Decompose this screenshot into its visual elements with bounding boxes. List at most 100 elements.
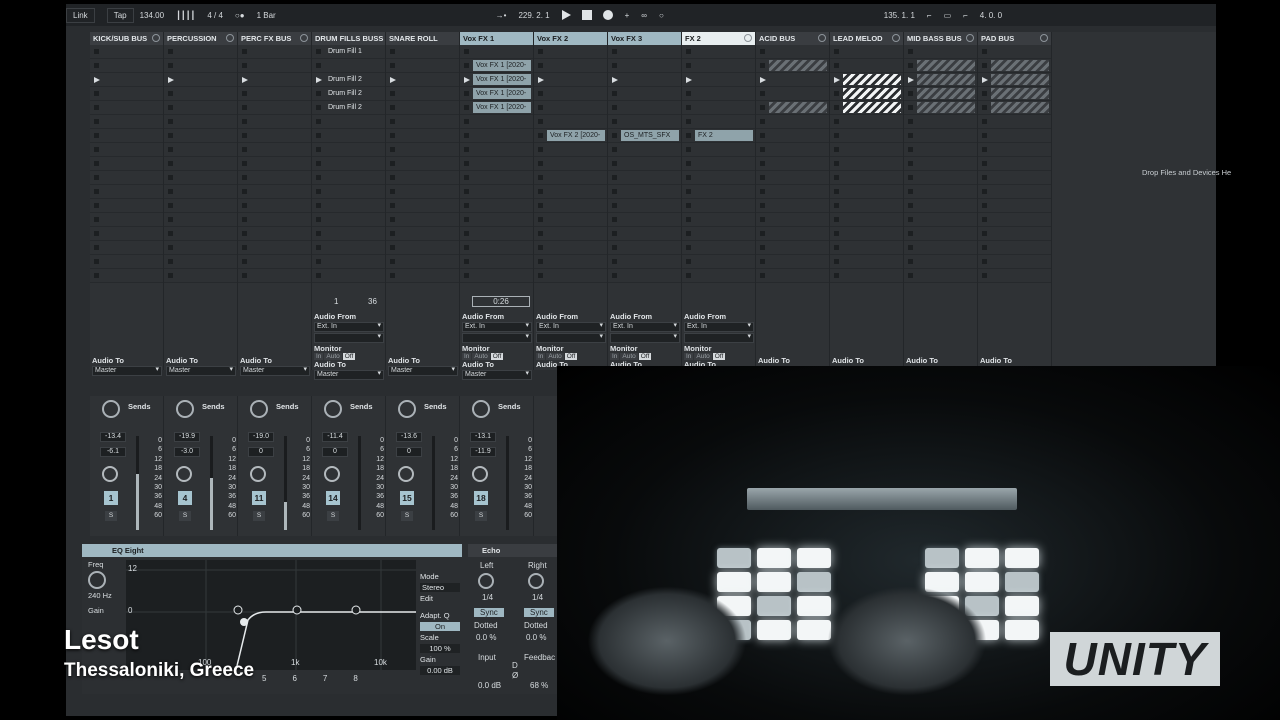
clip-slot[interactable] [608,157,681,171]
stop-icon[interactable] [168,133,173,138]
stop-icon[interactable] [612,175,617,180]
clip-slot[interactable]: Vox FX 1 [2020- [460,87,533,101]
clip-slot[interactable] [978,241,1051,255]
track-state-icon[interactable] [966,34,974,42]
track-activator[interactable]: 15 [400,491,414,505]
track-header[interactable]: FX 2 [682,32,755,45]
clip-slot[interactable] [756,185,829,199]
stop-icon[interactable] [94,217,99,222]
stop-icon[interactable] [464,245,469,250]
stop-icon[interactable] [908,63,913,68]
stop-icon[interactable] [982,105,987,110]
clip-slot[interactable] [756,213,829,227]
stop-icon[interactable] [686,245,691,250]
clip-slot[interactable] [830,227,903,241]
clip-slot[interactable] [904,269,977,283]
clip-slot[interactable] [238,115,311,129]
stop-icon[interactable] [538,147,543,152]
stop-icon[interactable] [982,259,987,264]
clip-slot[interactable] [238,129,311,143]
clip-slot[interactable] [164,255,237,269]
stop-icon[interactable] [168,175,173,180]
stop-icon[interactable] [316,63,321,68]
audio-from-select[interactable]: Ext. In [684,322,754,332]
stop-icon[interactable] [316,91,321,96]
clip-slot[interactable] [164,87,237,101]
clip-slot[interactable] [608,45,681,59]
clip-slot[interactable] [312,199,385,213]
stop-icon[interactable] [316,273,321,278]
link-button[interactable]: Link [66,7,95,23]
clip-slot[interactable] [386,213,459,227]
clip-slot[interactable] [164,157,237,171]
clip-slot[interactable] [460,269,533,283]
stop-icon[interactable] [538,49,543,54]
clip-slot[interactable] [90,115,163,129]
clip-slot[interactable] [978,115,1051,129]
clip-slot[interactable] [90,199,163,213]
stop-icon[interactable] [686,105,691,110]
stop-icon[interactable] [908,147,913,152]
stop-icon[interactable] [834,161,839,166]
signature-field[interactable]: 4 / 4 [201,11,229,20]
audio-to-select[interactable]: Master [240,366,310,376]
stop-icon[interactable] [686,175,691,180]
stop-icon[interactable] [908,161,913,166]
clip-slot[interactable] [386,129,459,143]
clip-slot[interactable] [682,73,755,87]
clip-slot[interactable] [90,185,163,199]
clip-slot[interactable] [830,129,903,143]
volume-field[interactable]: -13.4 [100,432,126,442]
eq-curve-svg[interactable] [126,560,416,670]
clip-slot[interactable] [978,269,1051,283]
clip-slot[interactable] [534,199,607,213]
stop-icon[interactable] [94,49,99,54]
play-icon[interactable] [242,77,248,83]
clip-slot[interactable] [830,269,903,283]
peak-field[interactable]: -11.9 [470,447,496,457]
stop-icon[interactable] [538,189,543,194]
clip[interactable]: Vox FX 1 [2020- [473,74,531,85]
clip[interactable] [917,102,975,113]
stop-icon[interactable] [982,147,987,152]
stop-icon[interactable] [686,49,691,54]
stop-icon[interactable] [538,105,543,110]
stop-icon[interactable] [908,49,913,54]
stop-icon[interactable] [982,133,987,138]
peak-field[interactable]: -3.0 [174,447,200,457]
audio-from-select[interactable]: Ext. In [610,322,680,332]
monitor-off[interactable]: Off [712,353,726,360]
clip-slot[interactable] [164,227,237,241]
stop-icon[interactable] [242,203,247,208]
stop-icon[interactable] [982,161,987,166]
stop-icon[interactable] [686,217,691,222]
audio-to-select[interactable]: Master [92,366,162,376]
solo-button[interactable]: S [105,511,117,521]
stop-icon[interactable] [390,245,395,250]
clip-slot[interactable] [830,143,903,157]
track-header[interactable]: PAD BUS [978,32,1051,45]
play-icon[interactable] [94,77,100,83]
clip[interactable] [917,60,975,71]
stop-icon[interactable] [612,49,617,54]
quantize-dropdown[interactable]: 1 Bar [251,11,282,20]
clip-slot[interactable] [386,241,459,255]
clip-slot[interactable] [756,101,829,115]
peak-field[interactable]: 0 [396,447,422,457]
stop-icon[interactable] [94,259,99,264]
play-icon[interactable] [538,77,544,83]
clip-slot[interactable] [386,171,459,185]
stop-icon[interactable] [538,259,543,264]
record-icon[interactable] [602,10,613,20]
clip-slot[interactable] [608,213,681,227]
stop-icon[interactable] [168,161,173,166]
clip-slot[interactable] [756,171,829,185]
clip[interactable]: Drum Fill 2 [325,74,383,85]
stop-icon[interactable] [464,217,469,222]
stop-icon[interactable] [834,175,839,180]
clip-slot[interactable] [682,185,755,199]
clip-slot[interactable] [460,129,533,143]
stop-icon[interactable] [464,189,469,194]
pan-knob[interactable] [324,466,340,482]
clip-slot[interactable] [978,157,1051,171]
